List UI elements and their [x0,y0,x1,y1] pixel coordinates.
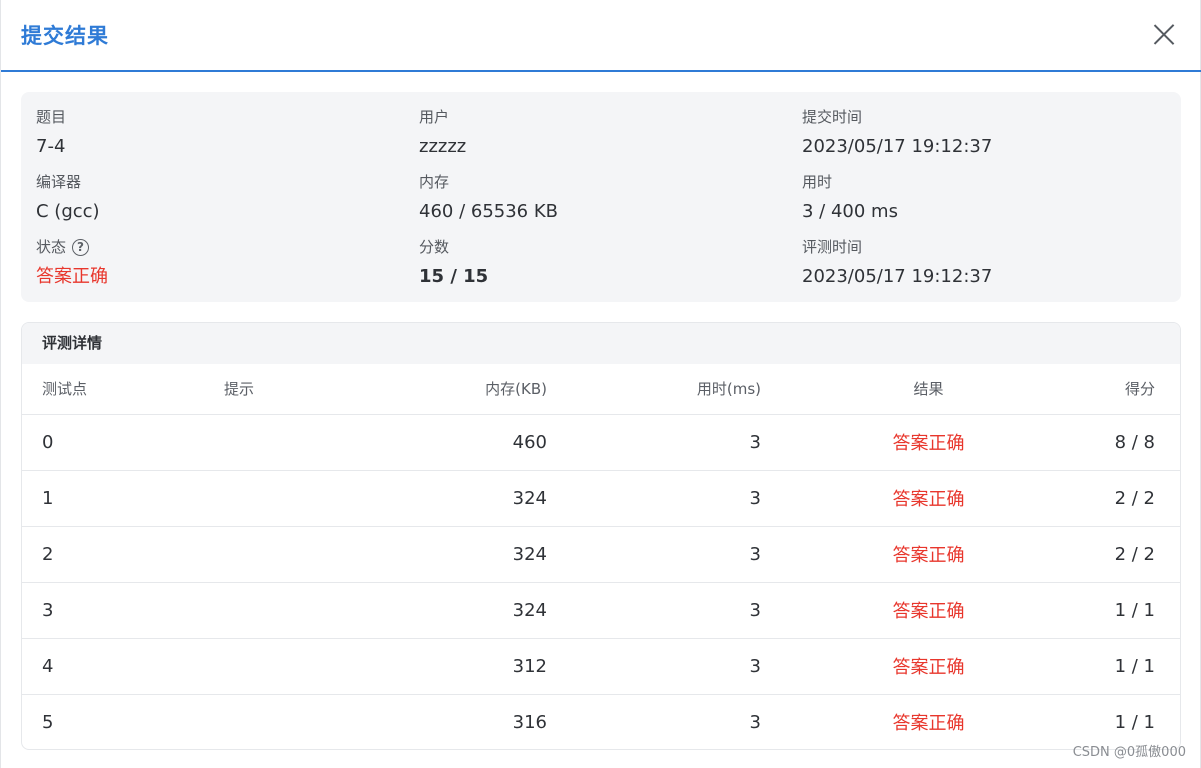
score-label: 分数 [419,238,450,256]
submit-time-field: 提交时间 2023/05/17 19:12:37 [802,106,992,159]
testcase-hint [202,414,352,471]
testcase-result: 答案正确 [761,470,1036,527]
status-field: 状态 ? 答案正确 [36,236,108,289]
testcase-memory: 324 [352,470,547,527]
testcase-id: 4 [22,638,202,695]
time-label: 用时 [802,173,833,191]
table-row: 2 324 3 答案正确 2 / 2 [22,526,1180,583]
user-value: zzzzz [419,136,467,157]
dialog-title: 提交结果 [21,24,109,48]
testcase-score: 2 / 2 [1036,470,1180,527]
memory-value: 460 / 65536 KB [419,201,558,222]
column-header-testcase: 测试点 [22,364,202,415]
help-icon[interactable]: ? [72,238,90,256]
column-header-hint: 提示 [202,364,352,415]
testcase-memory: 316 [512,711,547,733]
table-row: 0 460 3 答案正确 8 / 8 [22,414,1180,471]
compiler-value: C (gcc) [36,201,100,222]
table-row: 5 316 3 答案正确 1 / 1 [22,694,1180,749]
testcase-score: 2 / 2 [1036,526,1180,583]
judge-details-panel: 评测详情 测试点 提示 内存(KB) 用时(ms) 结果 得分 0 460 3 [21,322,1181,750]
testcase-memory: 460 [352,414,547,471]
column-header-score: 得分 [1036,364,1180,415]
testcase-result: 答案正确 [761,582,1036,639]
testcase-memory: 312 [352,638,547,695]
column-header-result: 结果 [761,364,1036,415]
testcase-result: 答案正确 [761,526,1036,583]
testcase-id: 3 [22,582,202,639]
submit-time-label: 提交时间 [802,108,863,126]
testcase-id: 5 [42,711,54,733]
problem-label: 题目 [36,108,67,126]
testcase-time: 3 [547,638,761,695]
compiler-label: 编译器 [36,173,82,191]
problem-value: 7-4 [36,136,66,157]
score-value: 15 / 15 [419,266,489,287]
problem-field: 题目 7-4 [36,106,66,159]
testcase-score: 1 / 1 [1036,638,1180,695]
testcase-result: 答案正确 [761,414,1036,471]
watermark: CSDN @0孤傲000 [1072,745,1186,760]
table-row: 3 324 3 答案正确 1 / 1 [22,582,1180,639]
dialog-header: 提交结果 [1,0,1201,72]
column-header-memory: 内存(KB) [352,364,547,415]
testcase-memory: 324 [352,582,547,639]
compiler-field: 编译器 C (gcc) [36,171,100,224]
memory-label: 内存 [419,173,450,191]
testcase-result: 答案正确 [761,638,1036,695]
testcase-hint [202,582,352,639]
time-value: 3 / 400 ms [802,201,898,222]
judge-time-value: 2023/05/17 19:12:37 [802,266,993,287]
testcase-result: 答案正确 [892,713,965,735]
testcase-memory: 324 [352,526,547,583]
submit-time-value: 2023/05/17 19:12:37 [802,136,993,157]
column-header-time: 用时(ms) [547,364,761,415]
testcase-hint [202,526,352,583]
user-label: 用户 [419,108,450,126]
judge-time-label: 评测时间 [802,238,863,256]
testcase-time: 3 [547,526,761,583]
status-value: 答案正确 [36,266,108,287]
submission-result-dialog: 提交结果 题目 7-4 用户 zzzzz 提交时间 2023/05/17 19:… [0,0,1201,768]
status-label-row: 状态 ? [36,236,108,258]
testcase-time: 3 [547,414,761,471]
testcase-table: 测试点 提示 内存(KB) 用时(ms) 结果 得分 0 460 3 答案正确 … [22,364,1180,749]
score-field: 分数 15 / 15 [419,236,488,289]
memory-field: 内存 460 / 65536 KB [419,171,558,224]
testcase-time: 3 [547,470,761,527]
judge-details-title: 评测详情 [22,323,1180,364]
testcase-score: 1 / 1 [1036,582,1180,639]
testcase-id: 0 [22,414,202,471]
testcase-id: 1 [22,470,202,527]
user-field: 用户 zzzzz [419,106,466,159]
testcase-id: 2 [22,526,202,583]
testcase-time: 3 [749,711,761,733]
time-field: 用时 3 / 400 ms [802,171,898,224]
testcase-hint [202,638,352,695]
testcase-time: 3 [547,582,761,639]
table-header-row: 测试点 提示 内存(KB) 用时(ms) 结果 得分 [22,364,1180,415]
table-row: 4 312 3 答案正确 1 / 1 [22,638,1180,695]
close-icon[interactable] [1152,22,1176,46]
testcase-hint [202,694,352,749]
table-row: 1 324 3 答案正确 2 / 2 [22,470,1180,527]
testcase-score: 8 / 8 [1036,414,1180,471]
status-label: 状态 [36,238,67,256]
testcase-hint [202,470,352,527]
judge-time-field: 评测时间 2023/05/17 19:12:37 [802,236,992,289]
submission-summary: 题目 7-4 用户 zzzzz 提交时间 2023/05/17 19:12:37… [21,92,1181,302]
